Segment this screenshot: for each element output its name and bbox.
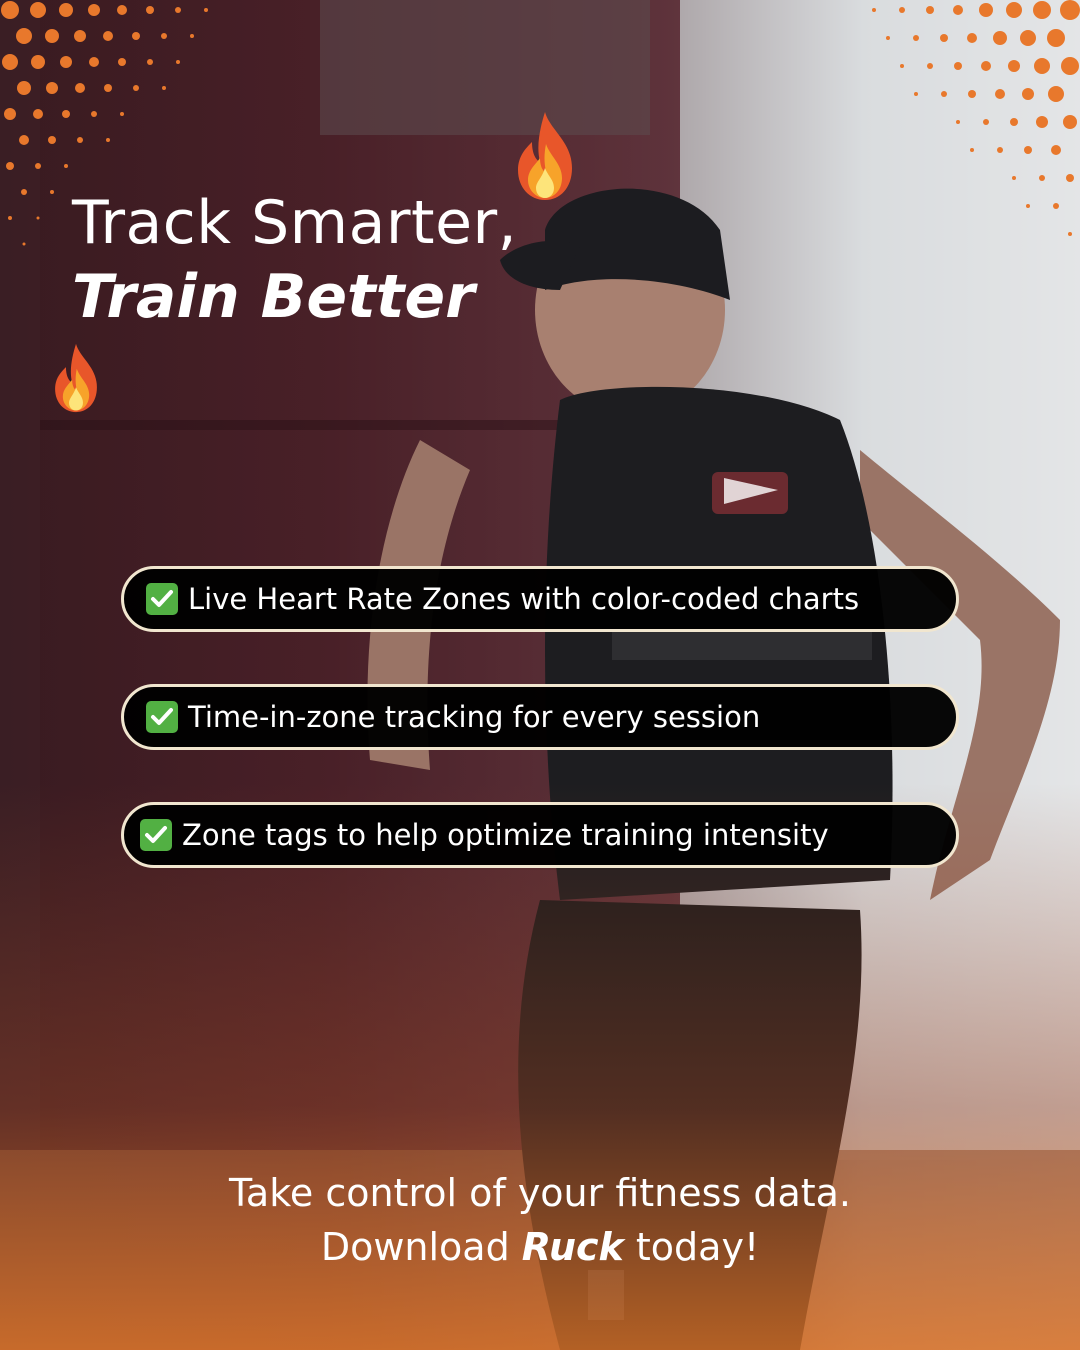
feature-pill-zone-tags: Zone tags to help optimize training inte… [121,802,959,868]
fire-icon [518,112,572,200]
check-mark-icon [140,819,172,851]
check-mark-icon [146,583,178,615]
check-mark-icon [146,701,178,733]
feature-pill-heart-rate-zones: Live Heart Rate Zones with color-coded c… [121,566,959,632]
fire-icon [55,343,97,413]
feature-text: Zone tags to help optimize training inte… [182,818,829,852]
headline-line-2: Train Better [72,262,475,332]
cta-suffix: today! [623,1225,760,1269]
feature-pill-time-in-zone: Time-in-zone tracking for every session [121,684,959,750]
promo-poster: Track Smarter, Train Better Live Heart R… [0,0,1080,1350]
feature-text: Time-in-zone tracking for every session [188,700,761,734]
feature-text: Live Heart Rate Zones with color-coded c… [188,582,860,616]
cta-line-2: Download Ruck today! [0,1220,1080,1274]
halftone-dots-right [872,0,1080,236]
headline-line-1: Track Smarter, [72,188,518,258]
brand-name: Ruck [521,1225,624,1269]
cta-line-1: Take control of your fitness data. [229,1171,851,1215]
cta-prefix: Download [320,1225,522,1269]
headline: Track Smarter, Train Better [72,186,517,334]
call-to-action: Take control of your fitness data. Downl… [0,1166,1080,1274]
